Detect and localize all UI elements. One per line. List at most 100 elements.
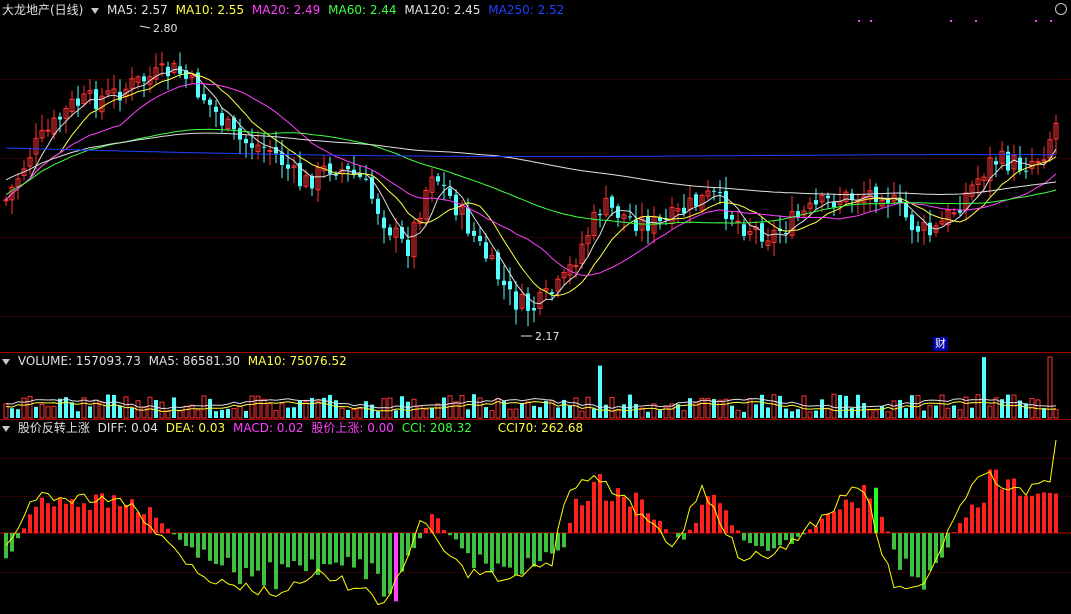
close-circle-icon[interactable] xyxy=(1055,3,1067,15)
ma20-label: MA20: 2.49 xyxy=(251,3,321,17)
candle-body xyxy=(472,230,476,236)
high-price-pointer xyxy=(139,25,151,29)
macd-bar xyxy=(442,529,446,533)
volume-bar xyxy=(814,410,818,418)
earnings-badge[interactable]: 财 xyxy=(933,337,948,351)
low-price-label: 2.17 xyxy=(535,330,560,343)
volume-bar xyxy=(615,409,621,419)
candle-body xyxy=(616,206,620,218)
volume-ma5: MA5: 86581.30 xyxy=(148,354,240,368)
volume-bar xyxy=(10,408,14,418)
macd-bar xyxy=(592,481,596,533)
macd-bar xyxy=(952,532,956,533)
volume-bar xyxy=(850,407,854,418)
candle-body xyxy=(532,308,536,311)
volume-bar xyxy=(520,402,524,418)
candle-body xyxy=(1018,157,1022,171)
macd-bar xyxy=(928,533,932,571)
volume-bar xyxy=(867,409,873,419)
macd-bar xyxy=(172,533,176,535)
volume-bar xyxy=(717,399,723,419)
volume-bar xyxy=(16,409,20,418)
candle-body xyxy=(466,207,470,234)
macd-bar xyxy=(964,517,968,533)
triangle-down-icon[interactable] xyxy=(91,7,100,14)
volume-bar xyxy=(34,406,38,418)
macd-bar xyxy=(328,533,332,565)
candle-body xyxy=(45,129,51,132)
volume-bar xyxy=(987,405,993,419)
macd-bar xyxy=(538,533,542,562)
macd-bar xyxy=(472,533,476,569)
volume-panel[interactable]: VOLUME: 157093.73 MA5: 86581.30 MA10: 75… xyxy=(0,353,1071,419)
ma60-label: MA60: 2.44 xyxy=(328,3,397,17)
macd-bar xyxy=(436,518,440,533)
macd-bar xyxy=(394,533,398,602)
macd-bar xyxy=(1000,489,1004,533)
volume-bar xyxy=(862,403,866,418)
macd-bar xyxy=(718,503,722,533)
volume-bar xyxy=(255,395,261,419)
macd-bar xyxy=(232,533,236,573)
macd-bar xyxy=(178,533,182,540)
macd-bar xyxy=(64,503,68,533)
macd-bar xyxy=(544,533,548,553)
volume-bar xyxy=(406,401,410,418)
indicator-chart[interactable] xyxy=(0,420,1071,614)
macd-bar xyxy=(1048,492,1052,533)
indicator-panel[interactable]: 股价反转上涨 DIFF: 0.04 DEA: 0.03 MACD: 0.02 股… xyxy=(0,420,1071,614)
volume-bar xyxy=(513,408,519,419)
signal-dot xyxy=(975,20,977,22)
macd-bar xyxy=(622,496,626,533)
volume-bar xyxy=(880,406,884,418)
volume-bar xyxy=(784,408,788,418)
volume-bar xyxy=(796,409,800,418)
candle-body xyxy=(220,113,224,126)
candle-body xyxy=(735,220,741,223)
volume-bar xyxy=(975,394,981,419)
candle-body xyxy=(214,106,218,112)
macd-bar xyxy=(970,504,974,533)
macd-bar xyxy=(550,533,554,554)
volume-bar xyxy=(735,409,741,419)
triangle-down-icon[interactable] xyxy=(2,425,10,432)
signal-dot xyxy=(1050,20,1052,22)
volume-bar xyxy=(1011,394,1017,419)
macd-bar xyxy=(274,533,278,590)
macd-bar xyxy=(520,533,524,575)
volume-bar xyxy=(381,398,387,419)
candle-body xyxy=(328,163,332,174)
volume-bar xyxy=(328,394,332,418)
macd-bar xyxy=(808,529,812,533)
volume-bar xyxy=(562,399,566,418)
volume-bar xyxy=(807,411,813,419)
macd-bar xyxy=(304,533,308,572)
volume-bar xyxy=(688,398,692,418)
macd-bar xyxy=(334,533,338,563)
candle-body xyxy=(718,192,722,194)
candle-body xyxy=(310,175,314,189)
volume-bar xyxy=(459,395,465,419)
candle-body xyxy=(712,190,716,192)
candle-body xyxy=(951,212,957,215)
volume-bar xyxy=(292,407,296,418)
macd-bar xyxy=(574,498,578,533)
volume-bar xyxy=(484,407,488,418)
macd-bar xyxy=(262,533,266,586)
volume-bar xyxy=(646,411,650,418)
macd-bar xyxy=(982,502,986,533)
candle-body xyxy=(76,98,80,106)
ma120-label: MA120: 2.45 xyxy=(404,3,481,17)
signal-dot xyxy=(858,20,860,22)
volume-bar xyxy=(838,394,842,418)
price-panel[interactable]: 大龙地产(日线) MA5: 2.57 MA10: 2.55 MA20: 2.49… xyxy=(0,0,1071,352)
candlestick-chart[interactable]: 2.80 2.17 xyxy=(0,0,1071,352)
macd-bar xyxy=(766,533,770,551)
macd-bar xyxy=(916,533,920,578)
volume-bar xyxy=(771,394,777,419)
volume-bar xyxy=(472,394,476,418)
macd-bar xyxy=(112,495,116,533)
volume-bar xyxy=(885,411,891,419)
triangle-down-icon[interactable] xyxy=(2,358,10,365)
volume-bar xyxy=(766,407,770,418)
